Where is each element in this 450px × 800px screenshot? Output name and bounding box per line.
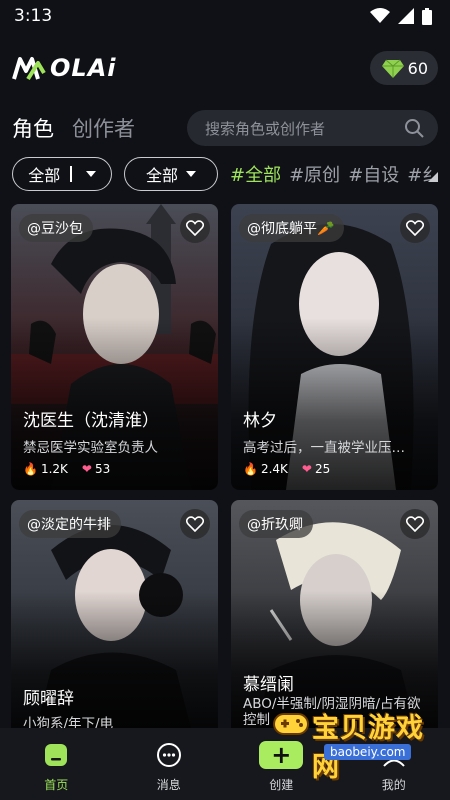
heart-icon xyxy=(186,220,204,236)
nav-messages-label: 消息 xyxy=(156,777,181,792)
search-placeholder: 搜索角色或创作者 xyxy=(205,119,326,138)
character-card[interactable]: @淡定的牛排 顾曜辞 小狗系/年下/电 xyxy=(11,500,218,728)
nav-messages[interactable]: 消息 xyxy=(129,740,209,793)
tabs-row: 角色 创作者 搜索角色或创作者 xyxy=(0,108,450,148)
app-header: OLAi 60 xyxy=(0,40,450,96)
likes-count: 25 xyxy=(314,462,331,476)
expand-tags-icon[interactable] xyxy=(428,172,438,182)
author-chip[interactable]: @折玖卿 xyxy=(239,510,313,538)
status-bar: 3:13 xyxy=(0,0,450,32)
character-desc: 禁忌医学实验室负责人 xyxy=(23,440,158,456)
gamepad-icon xyxy=(273,713,309,735)
author-chip[interactable]: @豆沙包 xyxy=(19,214,93,242)
character-card[interactable]: @豆沙包 沈医生（沈清淮） 禁忌医学实验室负责人 🔥 1.2K ❤ 53 xyxy=(11,204,218,490)
search-icon[interactable] xyxy=(404,118,424,138)
filter-dropdown-2-value: 全部 xyxy=(145,166,178,185)
heat-count: 2.4K xyxy=(260,462,288,476)
character-stats: 🔥 1.2K ❤ 53 xyxy=(23,462,110,476)
status-icons xyxy=(370,7,432,25)
filter-dropdown-1-value: 全部 xyxy=(28,166,61,185)
heart-icon xyxy=(406,516,424,532)
wifi-icon xyxy=(370,8,390,23)
fire-icon: 🔥 xyxy=(243,462,258,476)
favorite-button[interactable] xyxy=(180,213,210,243)
gem-icon xyxy=(381,59,404,78)
character-name: 顾曜辞 xyxy=(23,689,74,709)
filter-row: 全部 全部 #全部 #原创 #自设 #纟 xyxy=(0,156,450,192)
character-desc: 小狗系/年下/电 xyxy=(23,716,114,728)
character-stats: 🔥 2.4K ❤ 25 xyxy=(243,462,330,476)
tag-all[interactable]: #全部 xyxy=(230,161,281,187)
search-input[interactable]: 搜索角色或创作者 xyxy=(187,110,438,146)
tab-creators[interactable]: 创作者 xyxy=(72,113,135,143)
character-name: 林夕 xyxy=(243,411,277,431)
filter-dropdown-2[interactable]: 全部 xyxy=(124,157,218,191)
character-card[interactable]: @彻底躺平🥕 林夕 高考过后，一直被学业压… 🔥 2.4K ❤ 25 xyxy=(231,204,438,490)
gem-balance[interactable]: 60 xyxy=(369,51,438,85)
heart-icon xyxy=(406,220,424,236)
tab-characters[interactable]: 角色 xyxy=(12,113,54,143)
character-card[interactable]: @折玖卿 慕缙阑 ABO/半强制/阴湿阴暗/占有欲控制 xyxy=(231,500,438,728)
favorite-button[interactable] xyxy=(400,509,430,539)
nav-home-label: 首页 xyxy=(44,777,69,792)
author-chip[interactable]: @彻底躺平🥕 xyxy=(239,214,345,242)
fire-icon: 🔥 xyxy=(23,462,38,476)
likes-count: 53 xyxy=(94,462,111,476)
favorite-button[interactable] xyxy=(400,213,430,243)
divider xyxy=(70,166,72,182)
logo-mark-icon xyxy=(12,57,46,81)
nav-home[interactable]: 首页 xyxy=(16,740,96,793)
watermark-url: baobeiy.com xyxy=(324,744,412,760)
heat-count: 1.2K xyxy=(40,462,68,476)
filter-dropdown-1[interactable]: 全部 xyxy=(12,157,112,191)
chevron-down-icon xyxy=(85,171,96,177)
status-time: 3:13 xyxy=(14,6,53,26)
chat-bubble-icon xyxy=(156,740,182,770)
favorite-button[interactable] xyxy=(180,509,210,539)
gem-count: 60 xyxy=(407,58,428,78)
character-name: 慕缙阑 xyxy=(243,675,294,695)
character-desc: 高考过后，一直被学业压… xyxy=(243,440,405,456)
app-logo: OLAi xyxy=(12,54,117,82)
battery-icon xyxy=(422,7,432,25)
chevron-down-icon xyxy=(186,171,196,177)
signal-icon xyxy=(398,8,414,24)
tag-self[interactable]: #自设 xyxy=(348,161,399,187)
home-icon xyxy=(44,740,68,770)
logo-text: OLAi xyxy=(50,54,117,82)
watermark: 宝贝游戏网 baobeiy.com xyxy=(272,706,447,783)
author-chip[interactable]: @淡定的牛排 xyxy=(19,510,121,538)
likes-icon: ❤ xyxy=(81,462,92,476)
character-name: 沈医生（沈清淮） xyxy=(23,411,159,431)
likes-icon: ❤ xyxy=(301,462,312,476)
tag-original[interactable]: #原创 xyxy=(289,161,340,187)
heart-icon xyxy=(186,516,204,532)
